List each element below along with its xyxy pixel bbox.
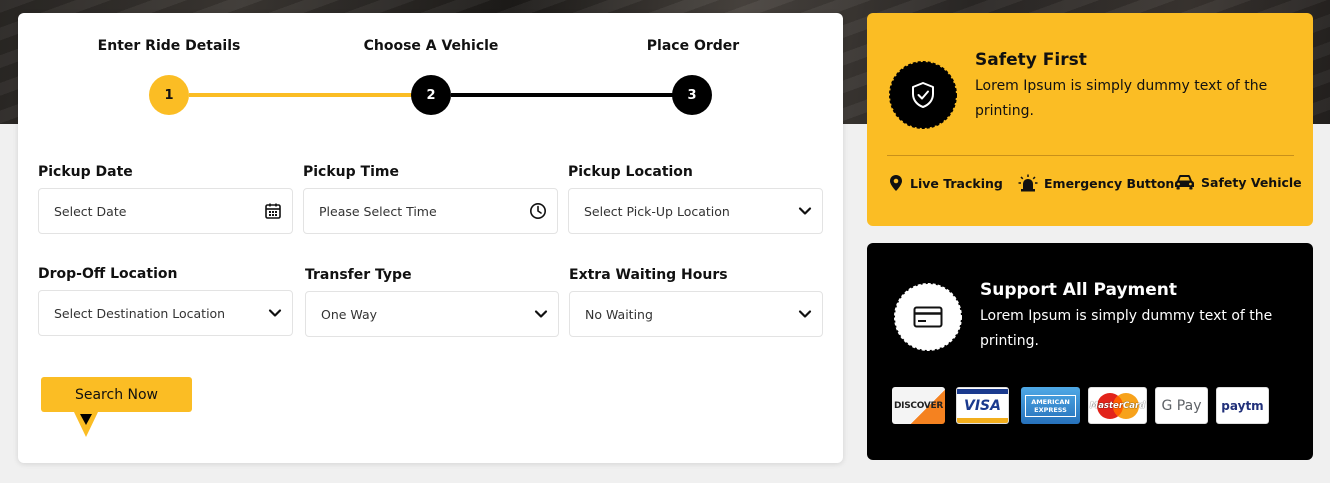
credit-card-icon bbox=[913, 306, 943, 328]
step-connector-complete bbox=[189, 93, 431, 97]
feature-emergency-button: Emergency Button bbox=[1018, 174, 1174, 192]
car-icon bbox=[1174, 174, 1195, 190]
transfer-type-value: One Way bbox=[321, 306, 378, 322]
american-express-logo: AMERICAN EXPRESS bbox=[1021, 387, 1080, 424]
paytm-logo: paytm bbox=[1216, 387, 1269, 424]
transfer-type-label: Transfer Type bbox=[305, 267, 412, 283]
transfer-type-select[interactable]: One Way bbox=[305, 291, 559, 337]
feature-label: Safety Vehicle bbox=[1201, 174, 1302, 190]
payment-description: Lorem Ipsum is simply dummy text of the … bbox=[980, 308, 1273, 349]
dropoff-location-value: Select Destination Location bbox=[54, 305, 226, 321]
feature-safety-vehicle: Safety Vehicle bbox=[1174, 174, 1302, 190]
map-pin-icon bbox=[888, 174, 904, 192]
extra-waiting-value: No Waiting bbox=[585, 306, 653, 322]
feature-live-tracking: Live Tracking bbox=[888, 174, 1003, 192]
step-connector-pending bbox=[451, 93, 693, 97]
feature-label: Live Tracking bbox=[910, 175, 1003, 191]
chevron-down-icon bbox=[534, 307, 548, 321]
pickup-date-placeholder: Select Date bbox=[54, 203, 127, 219]
support-payment-card: Support All Payment Lorem Ipsum is simpl… bbox=[867, 243, 1313, 460]
discover-logo: DISCOVER bbox=[892, 387, 945, 424]
pickup-location-value: Select Pick-Up Location bbox=[584, 203, 730, 219]
payment-title: Support All Payment bbox=[980, 280, 1178, 300]
pickup-date-input[interactable]: Select Date bbox=[38, 188, 293, 234]
step-3-label: Place Order bbox=[646, 38, 740, 54]
siren-icon bbox=[1018, 174, 1038, 192]
step-2-circle[interactable]: 2 bbox=[411, 75, 451, 115]
dropoff-location-select[interactable]: Select Destination Location bbox=[38, 290, 293, 336]
pickup-time-input[interactable]: Please Select Time bbox=[303, 188, 558, 234]
pickup-location-select[interactable]: Select Pick-Up Location bbox=[568, 188, 823, 234]
extra-waiting-select[interactable]: No Waiting bbox=[569, 291, 823, 337]
feature-label: Emergency Button bbox=[1044, 175, 1175, 191]
extra-waiting-label: Extra Waiting Hours bbox=[569, 267, 728, 283]
pickup-location-label: Pickup Location bbox=[568, 164, 693, 180]
safety-description: Lorem Ipsum is simply dummy text of the … bbox=[975, 78, 1268, 119]
safety-divider bbox=[887, 155, 1294, 156]
mastercard-logo: MasterCard bbox=[1088, 387, 1147, 424]
clock-icon[interactable] bbox=[529, 202, 547, 220]
chevron-down-icon bbox=[798, 204, 812, 218]
ride-booking-form: Enter Ride Details Choose A Vehicle Plac… bbox=[18, 13, 843, 463]
chevron-down-icon bbox=[798, 307, 812, 321]
visa-logo: VISA bbox=[956, 387, 1009, 424]
payment-badge bbox=[893, 282, 963, 352]
chevron-down-icon bbox=[268, 306, 282, 320]
search-button-pointer-inner bbox=[80, 414, 92, 425]
dropoff-location-label: Drop-Off Location bbox=[38, 266, 178, 282]
step-1-circle[interactable]: 1 bbox=[149, 75, 189, 115]
safety-title: Safety First bbox=[975, 50, 1087, 70]
pickup-date-label: Pickup Date bbox=[38, 164, 133, 180]
safety-first-card: Safety First Lorem Ipsum is simply dummy… bbox=[867, 13, 1313, 226]
step-3-circle[interactable]: 3 bbox=[672, 75, 712, 115]
safety-badge bbox=[888, 60, 958, 130]
step-1-label: Enter Ride Details bbox=[97, 38, 241, 54]
calendar-icon[interactable] bbox=[264, 202, 282, 220]
search-now-button[interactable]: Search Now bbox=[41, 377, 192, 412]
step-2-label: Choose A Vehicle bbox=[363, 38, 499, 54]
pickup-time-label: Pickup Time bbox=[303, 164, 399, 180]
pickup-time-placeholder: Please Select Time bbox=[319, 203, 437, 219]
shield-check-icon bbox=[910, 81, 936, 109]
google-pay-logo: G Pay bbox=[1155, 387, 1208, 424]
